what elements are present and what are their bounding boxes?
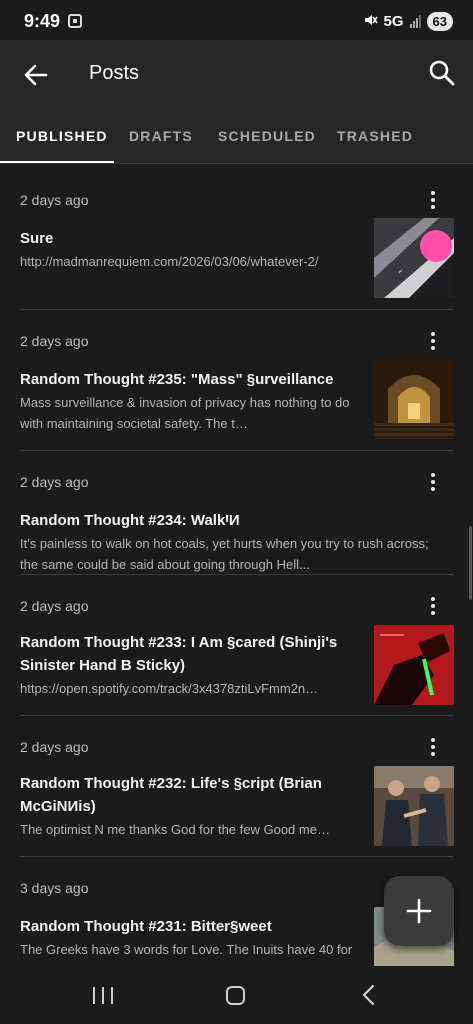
more-options-icon[interactable] (423, 594, 443, 618)
post-excerpt: Mass surveillance & invasion of privacy … (20, 395, 350, 431)
post-excerpt: The optimist N me thanks God for the few… (20, 822, 330, 837)
back-icon[interactable] (360, 984, 378, 1006)
post-excerpt: http://madmanrequiem.com/2026/03/06/what… (20, 254, 319, 269)
post-date: 2 days ago (20, 474, 89, 490)
tab-drafts[interactable]: DRAFTS (129, 128, 193, 144)
more-options-icon[interactable] (423, 735, 443, 759)
post-title: Random Thought #232: Life's §cript (Bria… (20, 775, 322, 815)
more-options-icon[interactable] (423, 188, 443, 212)
anime-red-thumbnail (374, 625, 454, 705)
plus-icon (406, 898, 432, 924)
post-date: 2 days ago (20, 333, 89, 349)
home-icon[interactable] (226, 986, 245, 1005)
scrollbar[interactable] (469, 526, 472, 600)
post-excerpt: https://open.spotify.com/track/3x4378zti… (20, 681, 319, 696)
post-title: Random Thought #234: WalkꞋИ (20, 512, 240, 529)
status-time: 9:49 (24, 11, 61, 31)
post-date: 2 days ago (20, 598, 89, 614)
post-list[interactable]: 2 days ago Sure http://madmanrequiem.com… (0, 170, 473, 966)
tab-scheduled[interactable]: SCHEDULED (218, 128, 316, 144)
system-nav-bar (0, 966, 473, 1024)
church-interior-thumbnail (374, 359, 454, 439)
tab-published[interactable]: PUBLISHED (16, 128, 108, 144)
post-date: 2 days ago (20, 192, 89, 208)
add-post-button[interactable] (384, 876, 454, 946)
screenshot-icon (68, 14, 82, 28)
arrow-left-icon (24, 64, 48, 86)
signal-icon (409, 14, 421, 28)
tab-bar: PUBLISHED DRAFTS SCHEDULED TRASHED (0, 110, 473, 164)
post-item[interactable]: 2 days ago Sure http://madmanrequiem.com… (0, 170, 473, 310)
tab-trashed[interactable]: TRASHED (337, 128, 413, 144)
search-button[interactable] (425, 56, 459, 90)
status-bar: 9:49 5G 63 (0, 0, 473, 40)
post-item[interactable]: 2 days ago Random Thought #232: Life's §… (0, 716, 473, 857)
back-button[interactable] (20, 58, 54, 92)
post-title: Random Thought #235: "Mass" §urveillance (20, 371, 334, 388)
search-icon (429, 60, 455, 86)
network-label: 5G (383, 12, 404, 30)
post-title: Sure (20, 230, 54, 247)
page-title: Posts (89, 62, 140, 84)
post-excerpt: It's painless to walk on hot coals, yet … (20, 536, 429, 572)
post-date: 3 days ago (20, 880, 89, 896)
post-excerpt: The Greeks have 3 words for Love. The In… (20, 942, 353, 966)
app-bar: Posts (0, 40, 473, 110)
status-indicators: 5G 63 (364, 10, 453, 32)
post-title: Random Thought #231: Bitter§weet (20, 918, 272, 935)
post-item[interactable]: 2 days ago Random Thought #233: I Am §ca… (0, 575, 473, 716)
more-options-icon[interactable] (423, 470, 443, 494)
recents-icon[interactable] (93, 987, 113, 1004)
battery-icon: 63 (426, 11, 453, 31)
police-arrest-thumbnail (374, 766, 454, 846)
mute-icon (364, 13, 378, 30)
post-title: Random Thought #233: I Am §cared (Shinji… (20, 634, 338, 674)
post-item[interactable]: 2 days ago Random Thought #234: WalkꞋИ I… (0, 451, 473, 575)
tab-divider (0, 163, 473, 164)
post-item[interactable]: 2 days ago Random Thought #235: "Mass" §… (0, 310, 473, 451)
abstract-art-thumbnail: ~ (374, 218, 454, 298)
post-date: 2 days ago (20, 739, 89, 755)
more-options-icon[interactable] (423, 329, 443, 353)
